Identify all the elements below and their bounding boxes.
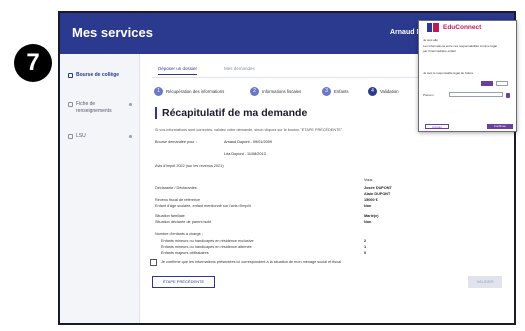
declarant-value: Alain DUPONT [364,192,391,196]
step-number: 4 [368,87,377,96]
educonnect-logo-icon [427,23,439,32]
sidebar-item-fiche[interactable]: Fiche de renseignements [68,101,134,117]
info-value: Non [364,220,372,224]
confirm-checkbox[interactable] [150,259,157,266]
intro-text: Si vos informations sont correctes, vali… [155,128,344,132]
popup-line: Les informations entre ces responsabilit… [423,44,497,48]
popup-input-icon [506,93,510,98]
sidebar-item-label: LSU [76,133,86,139]
step-label: Récupération des informations [166,89,225,94]
tab-deposer[interactable]: Déposer un dossier [158,66,198,75]
popup-header: EduConnect [419,21,516,34]
popup-input[interactable] [449,92,503,97]
form-icon [68,102,73,107]
sidebar-item-bourse[interactable]: Bourse de collège [68,72,134,88]
step-label: Enfants [334,89,349,94]
confirm-text: Je confirme que les informations présent… [161,260,342,264]
info-label: Situation déclarée de parent isolé [155,220,212,224]
children-label: Nombre d'enfants à charge : [155,232,203,236]
info-value: 15000 € [364,198,378,202]
bourse-label: Bourse demandée pour : [155,140,197,144]
bourse-value: Arnaud Dupont - 09/01/2009 [224,140,272,144]
popup-option-button[interactable] [496,81,508,86]
info-label: Situation familiale [155,214,185,218]
children-row-value: 2 [364,239,367,243]
children-row-value: 0 [364,251,367,255]
step-number: 1 [154,87,163,96]
screenshot: 7 Mes services Arnaud D. Bourse de collè… [0,0,525,331]
info-value: Non [364,204,372,208]
educonnect-popup: EduConnect Je suis allé Les informations… [418,20,517,132]
step-number-badge: 7 [14,44,52,82]
sidebar: Bourse de collège Fiche de renseignement… [60,54,140,323]
tab-mes-demandes[interactable]: Mes demandes [224,66,255,71]
document-icon [68,73,73,78]
status-dot-icon [129,103,132,106]
declarant-value: Josée DUPONT [364,186,392,190]
validate-button[interactable]: VALIDER [468,276,502,288]
step-number: 3 [322,87,331,96]
children-row-value: 1 [364,245,367,249]
previous-step-button[interactable]: ÉTAPE PRÉCÉDENTE [152,276,215,288]
children-row-label: Enfants mineurs ou handicapés en résiden… [161,245,252,249]
declarants-label: Déclarante / Déclarantes [155,186,197,190]
popup-line: Je suis le responsable légal de l'élève [423,71,474,75]
sidebar-item-lsu[interactable]: LSU [68,133,134,143]
info-label: Enfant d'âge scolaire, enfant mentionné … [155,204,251,208]
sidebar-item-label: Fiche de renseignements [76,101,112,114]
popup-option-button[interactable] [481,81,493,86]
status-dot-icon [129,135,132,138]
popup-cancel-button[interactable]: Annuler [425,124,449,129]
column-header: Vous [364,178,373,182]
info-value: Marié(e) [364,214,379,218]
popup-line: Je suis allé [423,38,438,42]
bourse-value: Léa Dupont - 11/08/2013 [224,152,266,156]
step-label: Informations fiscales [262,89,302,94]
popup-field-label: Prénom [423,93,434,97]
popup-confirm-button[interactable]: Confirmer [487,124,513,129]
step-number: 2 [250,87,259,96]
sidebar-item-label: Bourse de collège [76,72,120,78]
avis-label: Avis d'impôt 2022 (sur les revenus 2021) [155,164,224,168]
app-title: Mes services [72,25,153,40]
popup-line: par l'intermédiaire enfant [423,49,456,53]
page-title: Récapitulatif de ma demande [155,107,307,119]
popup-brand: EduConnect [443,24,482,31]
children-row-label: Enfants majeurs célibataires [161,251,209,255]
book-icon [68,134,73,139]
info-label: Revenu fiscal de référence [155,198,201,202]
children-row-label: Enfants mineurs ou handicapés en résiden… [161,239,254,243]
step-label: Validation [380,89,399,94]
